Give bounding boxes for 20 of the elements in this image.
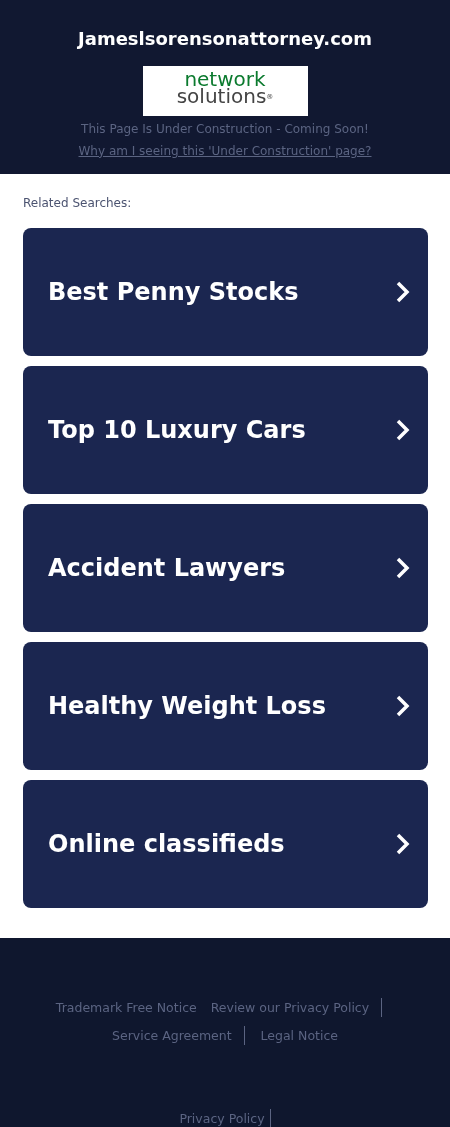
chevron-right-icon [396,280,410,303]
construction-notice: This Page Is Under Construction - Coming Soon! [80,120,370,138]
chevron-right-icon [396,832,410,855]
related-search-link[interactable]: Accident Lawyers [23,503,428,632]
network-solutions-logo: network solutions$^{®}$ [142,65,308,116]
related-search-link[interactable]: Top 10 Luxury Cars [23,365,428,494]
footer-link[interactable]: Service Agreement [112,1025,245,1045]
chevron-right-icon [396,418,410,441]
chevron-right-icon [396,694,410,717]
construction-info-link[interactable]: Why am I seeing this 'Under Construction' page? [78,143,372,158]
footer-link[interactable]: Legal Notice [260,1027,338,1043]
related-search-link[interactable]: Healthy Weight Loss [23,641,428,770]
footer-link[interactable]: Trademark Free Notice [55,999,197,1015]
footer-link[interactable]: Review our Privacy Policy [210,997,383,1017]
related-search-link[interactable]: Online classifieds [23,779,428,908]
related-searches-heading: Related Searches: [23,194,133,212]
related-search-link[interactable]: Best Penny Stocks [23,227,428,356]
chevron-right-icon [396,556,410,579]
site-domain-title: Jameslsorensonattorney.com [76,28,373,50]
footer-link[interactable]: Privacy Policy [179,1108,271,1127]
